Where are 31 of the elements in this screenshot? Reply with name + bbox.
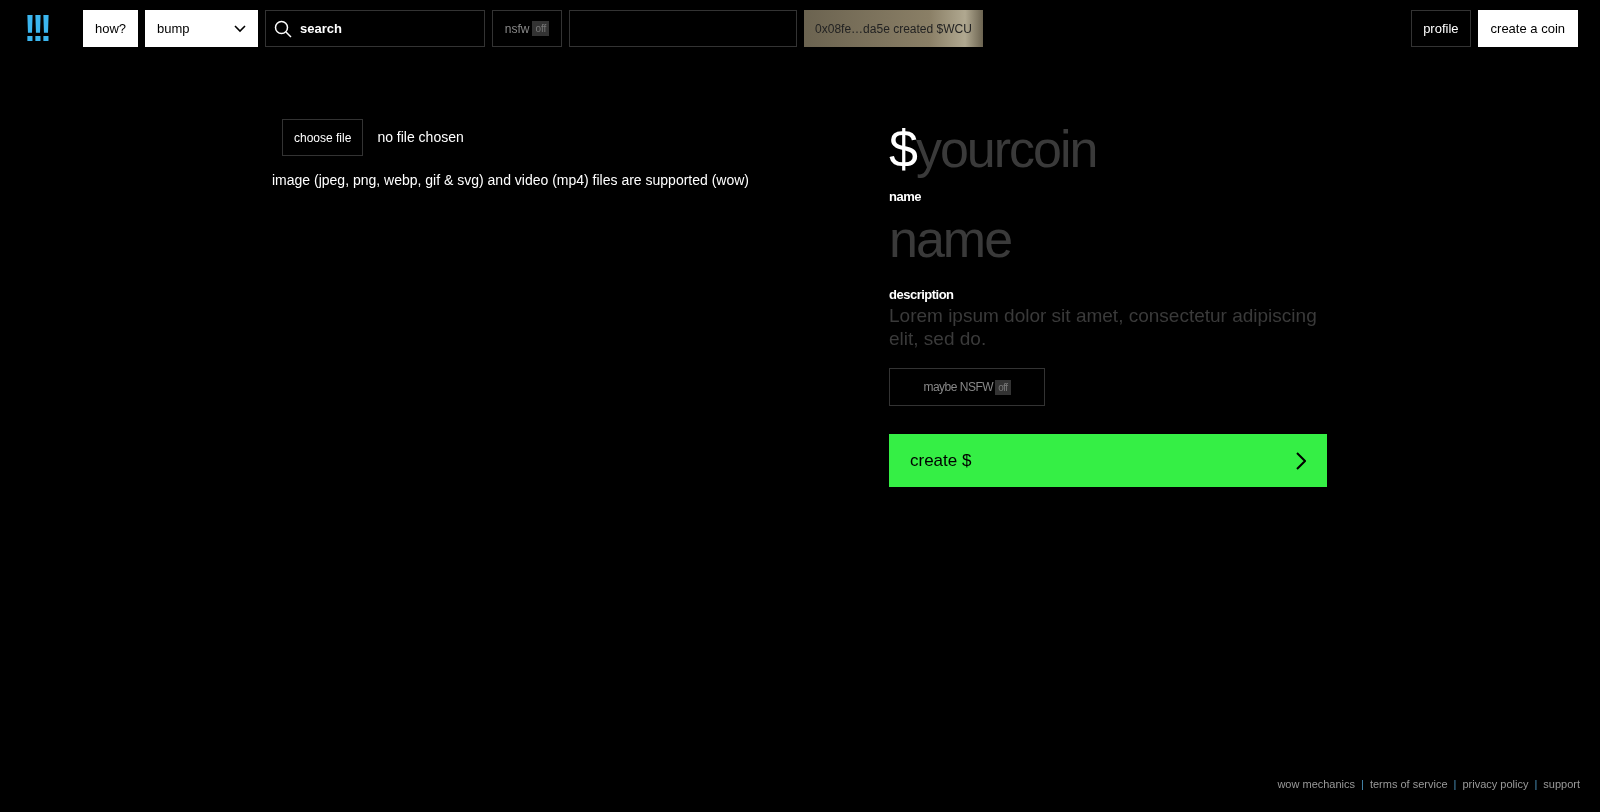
chevron-down-icon <box>234 24 247 33</box>
chevron-right-icon <box>1296 451 1306 470</box>
footer-link[interactable]: support <box>1543 775 1580 792</box>
separator: | <box>1453 776 1457 792</box>
separator: | <box>1361 776 1364 792</box>
choose-file-button[interactable]: choose file <box>282 119 364 156</box>
off-badge: off <box>995 379 1011 395</box>
off-badge: off <box>532 21 550 36</box>
create-coin-button[interactable]: create a coin <box>1477 10 1578 47</box>
activity-ticker[interactable]: 0x08fe…da5e created $WCU <box>804 10 983 47</box>
empty-field[interactable] <box>569 10 798 47</box>
field-label: name <box>889 188 922 206</box>
footer-link[interactable]: terms of service <box>1369 775 1448 792</box>
how-button[interactable]: how? <box>83 10 139 47</box>
ticker-field[interactable]: $yourcoin <box>889 119 1329 179</box>
search-icon <box>274 20 293 38</box>
separator: | <box>1534 776 1538 792</box>
file-status: no file chosen <box>377 128 464 147</box>
sort-dropdown[interactable]: bump <box>145 10 259 47</box>
footer-link[interactable]: privacy policy <box>1462 775 1529 792</box>
profile-button[interactable]: profile <box>1411 10 1471 47</box>
field-label: description <box>889 285 955 304</box>
nsfw-button[interactable]: maybe NSFW off <box>889 368 1045 406</box>
description-field[interactable]: Lorem ipsum dolor sit amet, consectetur adipiscing elit, sed do. <box>889 304 1329 356</box>
nsfw-toggle[interactable]: nsfw off <box>492 10 563 47</box>
logo[interactable]: !!! <box>22 10 76 47</box>
create-button[interactable]: create $ <box>889 434 1327 487</box>
footer-link[interactable]: wow mechanics <box>1277 775 1356 792</box>
upload-hint: image (jpeg, png, webp, gif & svg) and video (mp4) files are supported (wow) <box>272 171 750 190</box>
search-field[interactable]: search <box>265 10 486 47</box>
name-field[interactable]: name <box>889 206 1329 271</box>
